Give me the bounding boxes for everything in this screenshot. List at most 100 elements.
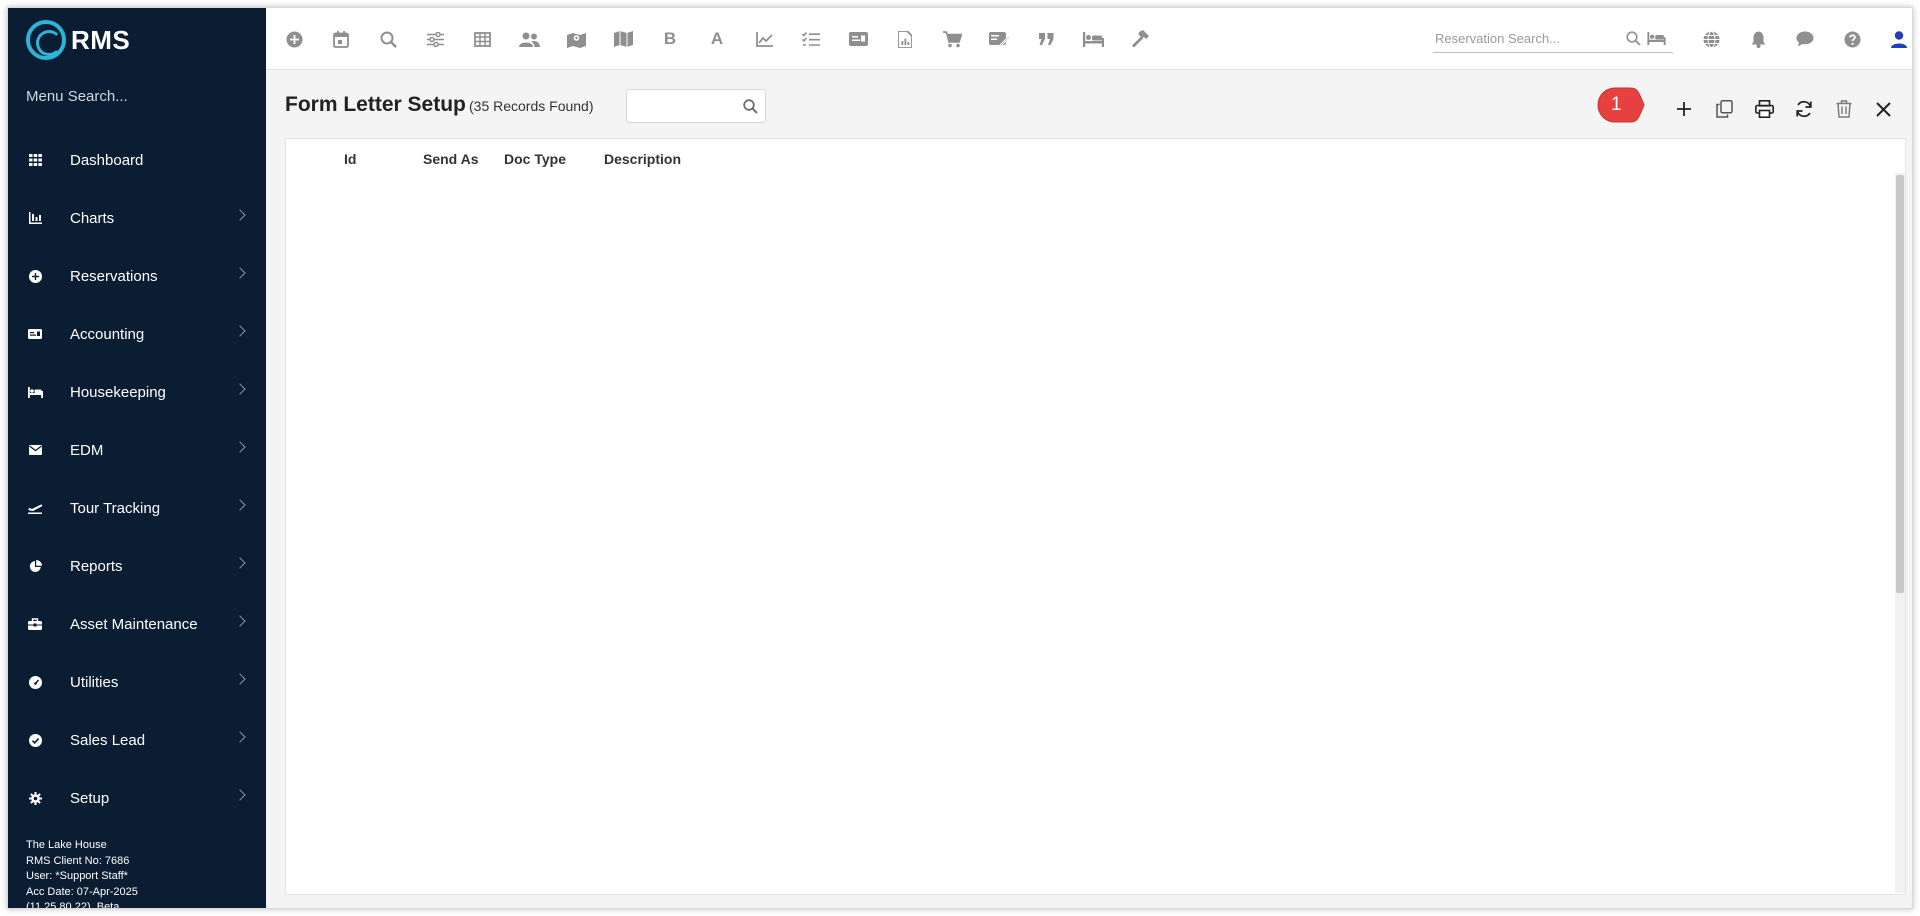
search-icon[interactable] bbox=[743, 99, 758, 119]
chevron-right-icon bbox=[234, 789, 246, 801]
sidebar-item-asset-maintenance[interactable]: Asset Maintenance bbox=[8, 595, 266, 653]
calendar-icon[interactable] bbox=[329, 27, 353, 51]
card-edit-icon[interactable] bbox=[987, 27, 1011, 51]
rms-logo-mark bbox=[26, 20, 66, 60]
step-number: 1 bbox=[1611, 94, 1622, 115]
gauge-icon bbox=[26, 673, 44, 691]
bed-icon bbox=[26, 383, 44, 401]
reservation-search bbox=[1433, 25, 1673, 53]
users-icon[interactable] bbox=[517, 27, 541, 51]
sidebar-item-label: Charts bbox=[70, 209, 115, 227]
sidebar-item-label: Reservations bbox=[70, 267, 158, 285]
bed-icon[interactable] bbox=[1081, 27, 1105, 51]
step-callout: 1 bbox=[1597, 87, 1645, 123]
sidebar-item-charts[interactable]: Charts bbox=[8, 189, 266, 247]
delete-icon[interactable] bbox=[1831, 96, 1857, 122]
form-letters-grid: Id Send As Doc Type Description bbox=[285, 138, 1906, 895]
check-circle-icon bbox=[26, 731, 44, 749]
help-icon[interactable] bbox=[1840, 27, 1864, 51]
plus-circle-icon[interactable] bbox=[282, 27, 306, 51]
grid-search bbox=[626, 89, 766, 123]
bed-icon[interactable] bbox=[1647, 32, 1666, 50]
sidebar-item-label: Housekeeping bbox=[70, 383, 166, 401]
globe-icon[interactable] bbox=[1699, 27, 1723, 51]
user-icon[interactable] bbox=[1887, 27, 1911, 51]
id-card-icon bbox=[26, 325, 44, 343]
menu-search-input[interactable]: Menu Search... bbox=[26, 88, 128, 105]
sidebar-item-label: Dashboard bbox=[70, 151, 144, 169]
refresh-icon[interactable] bbox=[1791, 96, 1817, 122]
sidebar-item-setup[interactable]: Setup bbox=[8, 769, 266, 827]
column-header-send-as[interactable]: Send As bbox=[423, 151, 479, 167]
sidebar-nav: Dashboard Charts Reservations Accounting… bbox=[8, 131, 266, 827]
plus-circle-icon bbox=[26, 267, 44, 285]
grid-icon bbox=[26, 151, 44, 169]
rms-logo[interactable]: RMS bbox=[26, 18, 130, 62]
column-header-doc-type[interactable]: Doc Type bbox=[504, 151, 566, 167]
chevron-right-icon bbox=[234, 383, 246, 395]
envelope-icon bbox=[26, 441, 44, 459]
sliders-icon[interactable] bbox=[423, 27, 447, 51]
chevron-right-icon bbox=[234, 209, 246, 221]
sidebar-item-label: Reports bbox=[70, 557, 123, 575]
bell-icon[interactable] bbox=[1746, 27, 1770, 51]
sidebar-item-reports[interactable]: Reports bbox=[8, 537, 266, 595]
quote-icon[interactable] bbox=[1034, 27, 1058, 51]
letter-a-icon[interactable]: A bbox=[705, 27, 729, 51]
line-chart-icon[interactable] bbox=[752, 27, 776, 51]
cart-icon[interactable] bbox=[940, 27, 964, 51]
sidebar-item-label: Sales Lead bbox=[70, 731, 146, 749]
sidebar-item-housekeeping[interactable]: Housekeeping bbox=[8, 363, 266, 421]
chevron-right-icon bbox=[234, 557, 246, 569]
rms-logo-text: RMS bbox=[71, 24, 131, 55]
checklist-icon[interactable] bbox=[799, 27, 823, 51]
document-chart-icon[interactable] bbox=[893, 27, 917, 51]
sidebar-item-tour-tracking[interactable]: Tour Tracking bbox=[8, 479, 266, 537]
bar-chart-icon bbox=[26, 209, 44, 227]
records-count: (35 Records Found) bbox=[469, 98, 594, 114]
column-header-description[interactable]: Description bbox=[604, 151, 681, 167]
sidebar-item-label: Utilities bbox=[70, 673, 119, 691]
page-title: Form Letter Setup bbox=[285, 93, 466, 116]
sidebar: RMS Menu Search... Dashboard Charts Rese… bbox=[8, 8, 266, 909]
chevron-right-icon bbox=[234, 615, 246, 627]
hammer-icon[interactable] bbox=[1128, 27, 1152, 51]
user-name: User: *Support Staff* bbox=[26, 870, 128, 882]
toolbox-icon bbox=[26, 615, 44, 633]
chevron-right-icon bbox=[234, 499, 246, 511]
grid-header: Id Send As Doc Type Description bbox=[286, 139, 1886, 173]
session-info: The Lake House RMS Client No: 7686 User:… bbox=[26, 838, 138, 909]
chat-icon[interactable] bbox=[1793, 27, 1817, 51]
scrollbar-thumb[interactable] bbox=[1896, 175, 1904, 593]
table-icon[interactable] bbox=[470, 27, 494, 51]
add-icon[interactable] bbox=[1671, 96, 1697, 122]
reservation-search-input[interactable] bbox=[1433, 25, 1623, 51]
map-pin-icon[interactable] bbox=[564, 27, 588, 51]
copy-icon[interactable] bbox=[1711, 96, 1737, 122]
sidebar-item-label: EDM bbox=[70, 441, 104, 459]
top-toolbar: B A bbox=[266, 8, 1912, 70]
sidebar-item-utilities[interactable]: Utilities bbox=[8, 653, 266, 711]
sidebar-item-sales-lead[interactable]: Sales Lead bbox=[8, 711, 266, 769]
chevron-right-icon bbox=[234, 325, 246, 337]
sidebar-item-accounting[interactable]: Accounting bbox=[8, 305, 266, 363]
sidebar-item-reservations[interactable]: Reservations bbox=[8, 247, 266, 305]
property-name: The Lake House bbox=[26, 839, 107, 851]
print-icon[interactable] bbox=[1751, 96, 1777, 122]
gear-icon bbox=[26, 789, 44, 807]
column-header-id[interactable]: Id bbox=[344, 151, 356, 167]
sidebar-item-edm[interactable]: EDM bbox=[8, 421, 266, 479]
search-icon[interactable] bbox=[376, 27, 400, 51]
map-icon[interactable] bbox=[611, 27, 635, 51]
bold-b-icon[interactable]: B bbox=[658, 27, 682, 51]
app-window: RMS Menu Search... Dashboard Charts Rese… bbox=[7, 7, 1913, 909]
search-icon[interactable] bbox=[1626, 31, 1641, 51]
version-info: (11.25.80.22), Beta bbox=[26, 901, 120, 909]
client-number: RMS Client No: 7686 bbox=[26, 854, 130, 867]
sidebar-item-label: Asset Maintenance bbox=[70, 615, 198, 633]
sidebar-item-dashboard[interactable]: Dashboard bbox=[8, 131, 266, 189]
grid-search-input[interactable] bbox=[627, 90, 732, 122]
id-card-icon[interactable] bbox=[846, 27, 870, 51]
pie-chart-icon bbox=[26, 557, 44, 575]
close-icon[interactable] bbox=[1870, 96, 1896, 122]
